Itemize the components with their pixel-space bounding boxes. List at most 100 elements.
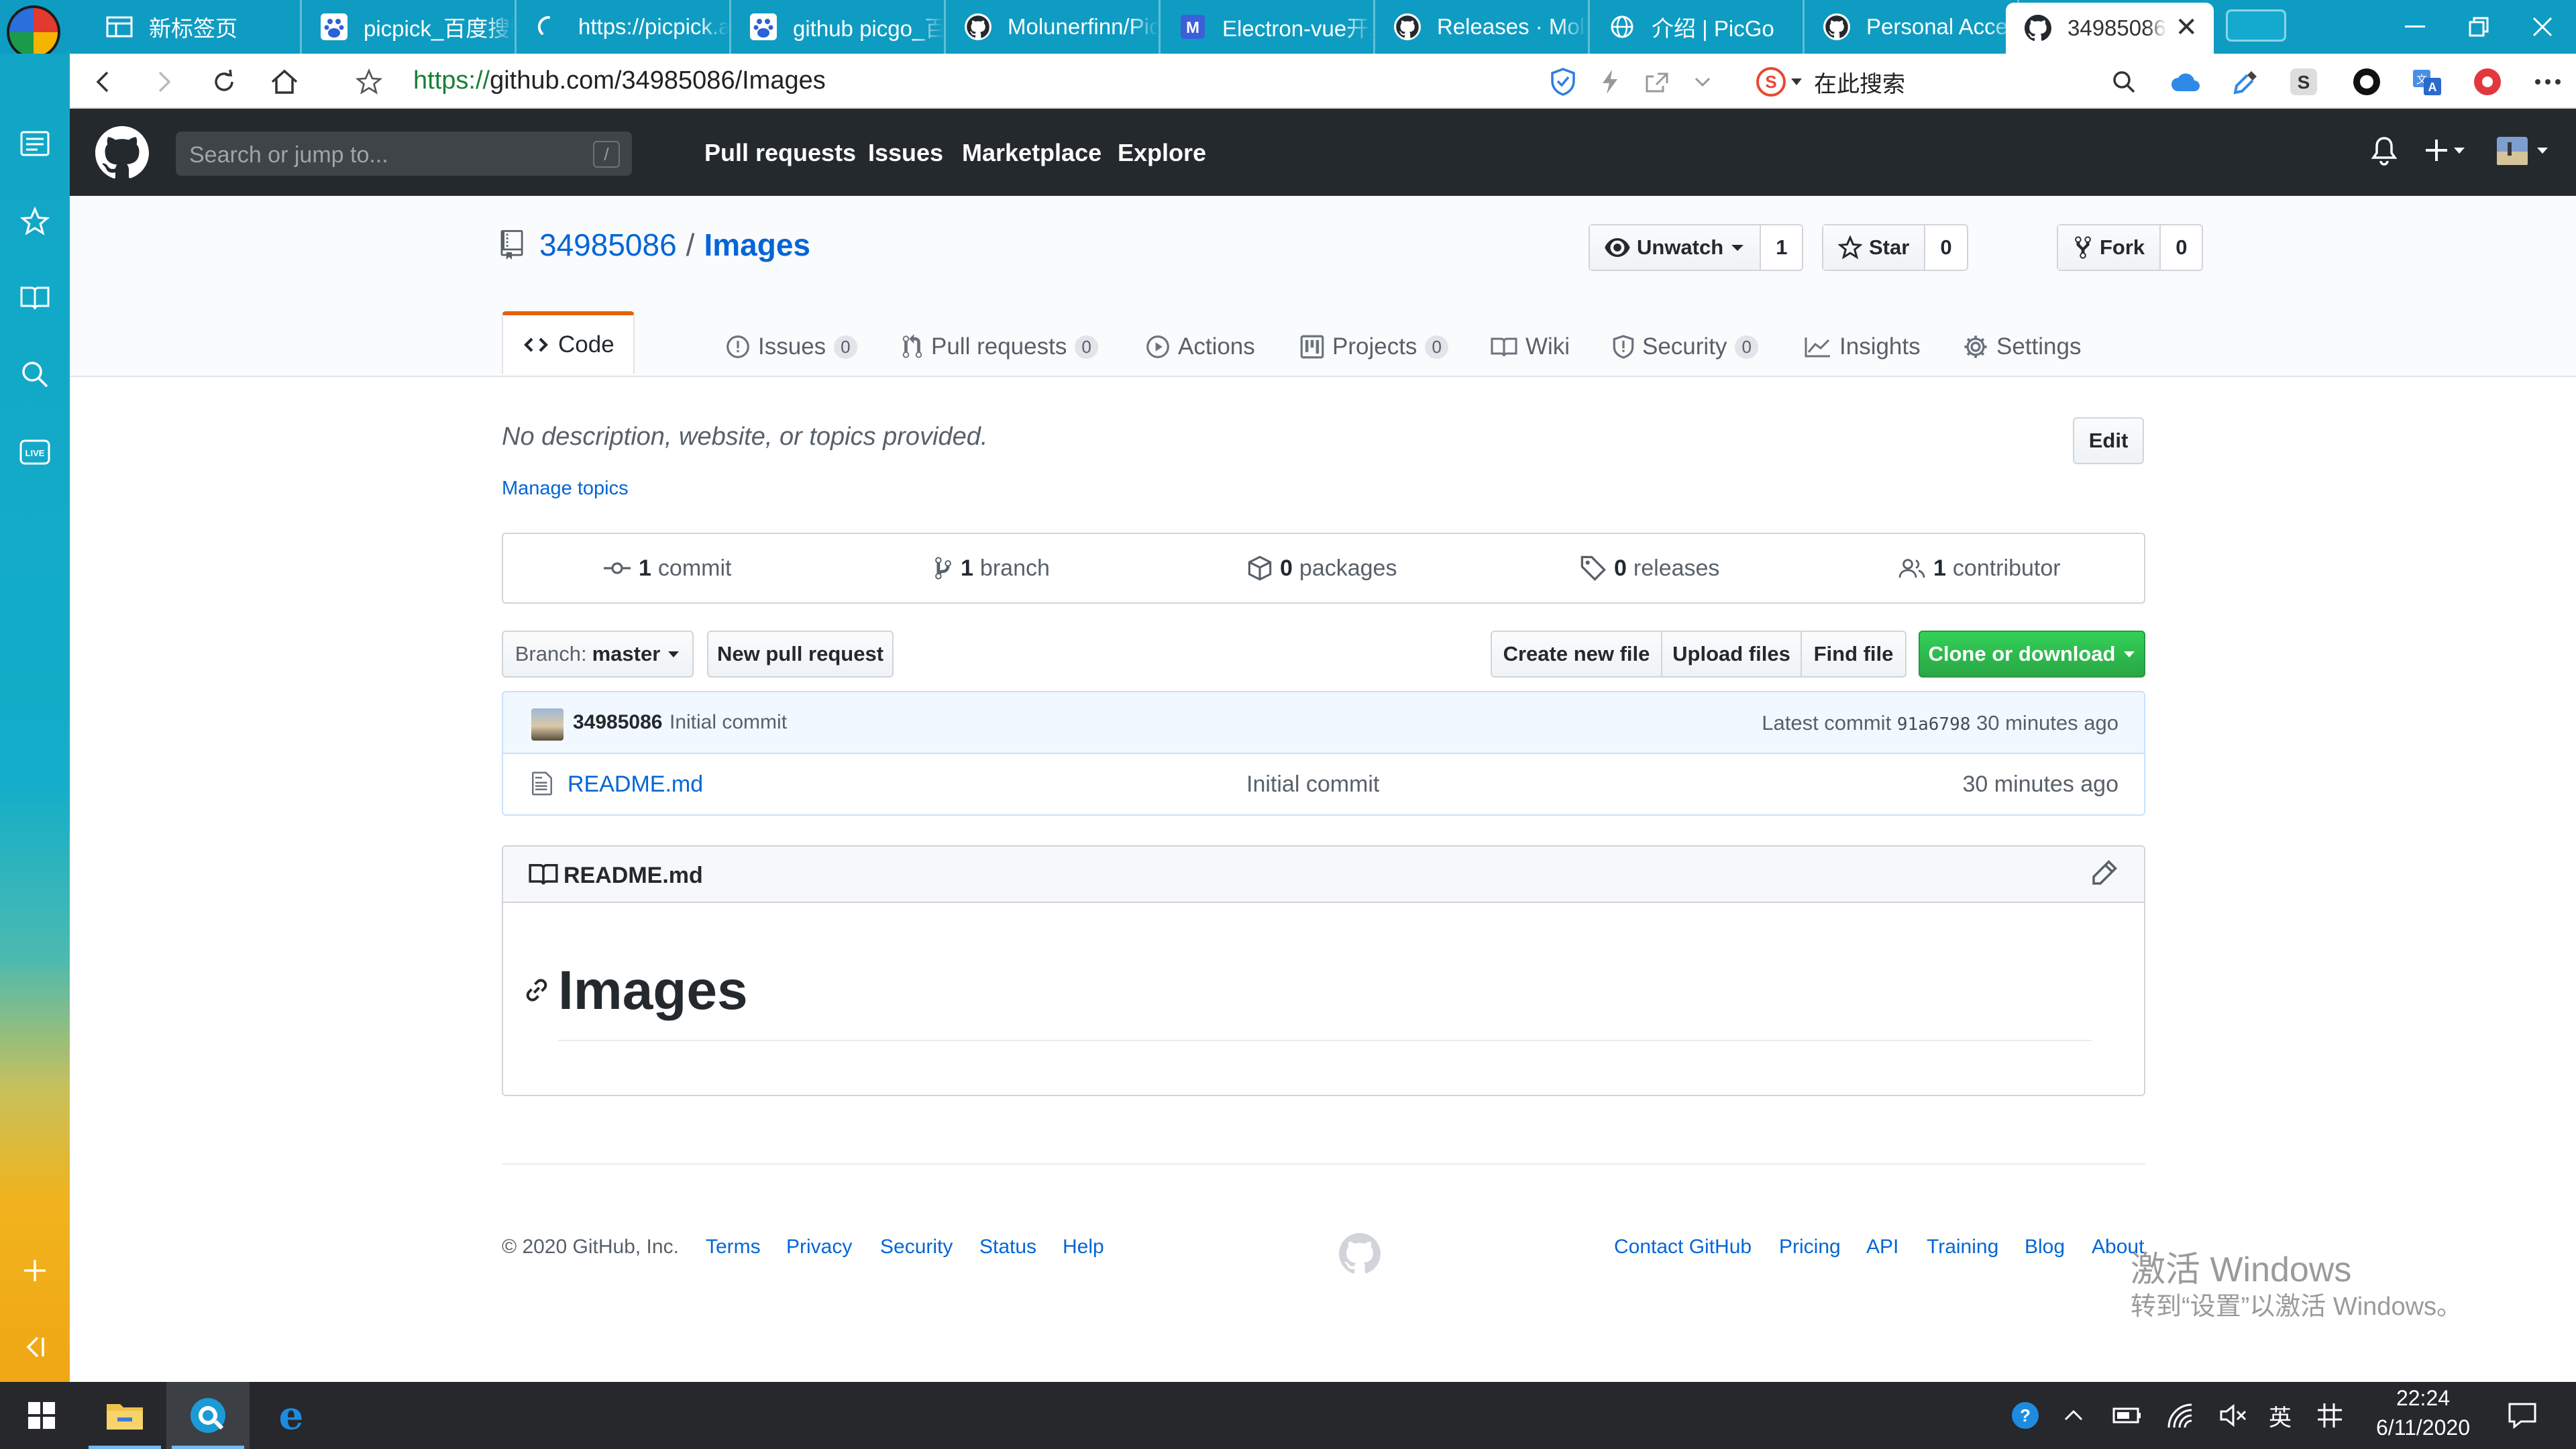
footer-link-privacy[interactable]: Privacy — [786, 1236, 852, 1258]
star-count[interactable]: 0 — [1925, 225, 1966, 270]
caret-down-icon[interactable] — [1788, 66, 1805, 98]
footer-link-pricing[interactable]: Pricing — [1779, 1236, 1841, 1258]
reload-icon[interactable] — [208, 66, 240, 98]
home-icon[interactable] — [268, 66, 301, 98]
file-commit-message-link[interactable]: Initial commit — [1246, 771, 1379, 798]
user-avatar-menu[interactable] — [2496, 136, 2553, 166]
close-tab-icon[interactable]: ✕ — [2175, 12, 2198, 43]
create-new-plus-icon[interactable] — [2424, 136, 2469, 165]
share-icon[interactable] — [1641, 66, 1673, 98]
packages-link[interactable]: 0 packages — [1248, 534, 1397, 602]
browser-taskbar-icon[interactable] — [166, 1382, 250, 1449]
sidebar-search-icon[interactable] — [16, 356, 54, 393]
find-file-button[interactable]: Find file — [1801, 631, 1907, 678]
pencil-icon[interactable] — [2090, 860, 2117, 887]
sogou-search-icon[interactable]: S — [1755, 66, 1787, 98]
file-explorer-icon[interactable] — [83, 1382, 166, 1449]
lightning-icon[interactable] — [1594, 66, 1626, 98]
star-button[interactable]: Star — [1823, 225, 1926, 270]
bookmark-star-icon[interactable] — [353, 66, 385, 98]
nav-pull-requests[interactable]: Pull requests — [704, 139, 856, 167]
commit-sha-link[interactable]: 91a6798 — [1897, 714, 1971, 735]
record-extension-icon[interactable] — [2351, 66, 2383, 98]
wifi-icon[interactable] — [2164, 1399, 2198, 1432]
live-icon[interactable]: LIVE — [16, 433, 54, 471]
start-button[interactable] — [0, 1382, 83, 1449]
browser-tab[interactable]: Molunerfinn/PicGo — [946, 0, 1161, 54]
reading-icon[interactable] — [16, 279, 54, 317]
commit-author-link[interactable]: 34985086 — [573, 711, 662, 734]
branch-select[interactable]: Branch: master — [502, 631, 694, 678]
tab-actions[interactable]: Actions — [1146, 317, 1255, 377]
minimize-button[interactable] — [2378, 0, 2452, 54]
nav-issues[interactable]: Issues — [868, 139, 943, 167]
chevron-down-icon[interactable] — [1686, 66, 1719, 98]
commit-message-link[interactable]: Initial commit — [669, 711, 787, 734]
anchor-link-icon[interactable] — [523, 977, 550, 1004]
edit-button[interactable]: Edit — [2073, 417, 2144, 464]
tab-projects[interactable]: Projects 0 — [1300, 317, 1448, 377]
show-hidden-icons-chevron[interactable] — [2057, 1399, 2090, 1432]
favorites-icon[interactable] — [16, 203, 54, 240]
ime-grid-icon[interactable] — [2313, 1399, 2347, 1432]
browser-tab[interactable]: https://picpick.app — [517, 0, 731, 54]
notifications-bell-icon[interactable] — [2371, 136, 2398, 166]
repo-owner-link[interactable]: 34985086 — [539, 227, 677, 263]
fork-button[interactable]: Fork — [2058, 225, 2161, 270]
manage-topics-link[interactable]: Manage topics — [502, 478, 629, 500]
footer-link-api[interactable]: API — [1866, 1236, 1898, 1258]
avatar[interactable] — [531, 708, 564, 741]
cloud-icon[interactable] — [2169, 66, 2202, 98]
nav-marketplace[interactable]: Marketplace — [962, 139, 1102, 167]
shield-icon[interactable] — [1547, 66, 1579, 98]
browser-tab[interactable]: Releases · Molunerfinn — [1375, 0, 1590, 54]
watch-count[interactable]: 1 — [1761, 225, 1802, 270]
footer-link-help[interactable]: Help — [1063, 1236, 1104, 1258]
contributors-link[interactable]: 1 contributor — [1898, 534, 2061, 602]
browser-logo-icon[interactable] — [7, 5, 60, 59]
commits-link[interactable]: 1 commit — [604, 534, 731, 602]
fork-count[interactable]: 0 — [2161, 225, 2202, 270]
search-engine-input[interactable]: 在此搜索 — [1814, 66, 1905, 99]
tab-pull-requests[interactable]: Pull requests 0 — [902, 317, 1098, 377]
file-name-link[interactable]: README.md — [568, 771, 703, 798]
branches-link[interactable]: 1 branch — [934, 534, 1050, 602]
browser-tab[interactable]: M Electron-vue开发 — [1161, 0, 1375, 54]
footer-link-security[interactable]: Security — [880, 1236, 953, 1258]
unwatch-button[interactable]: Unwatch — [1590, 225, 1762, 270]
forward-icon[interactable] — [148, 66, 180, 98]
browser-tab[interactable]: 新标签页 — [87, 0, 302, 54]
footer-link-terms[interactable]: Terms — [706, 1236, 761, 1258]
tab-code[interactable]: Code — [502, 311, 635, 374]
browser-tab[interactable]: 介绍 | PicGo — [1590, 0, 1805, 54]
ime-indicator[interactable]: 英 — [2263, 1399, 2297, 1432]
footer-link-training[interactable]: Training — [1927, 1236, 1998, 1258]
tab-settings[interactable]: Settings — [1963, 317, 2081, 377]
new-pull-request-button[interactable]: New pull request — [707, 631, 894, 678]
edge-icon[interactable]: e — [250, 1382, 333, 1449]
clock-date[interactable]: 6/11/2020 — [2367, 1415, 2479, 1440]
notification-center-icon[interactable] — [2502, 1399, 2542, 1432]
browser-tab[interactable]: picpick_百度搜索 — [302, 0, 517, 54]
clock-time[interactable]: 22:24 — [2367, 1386, 2479, 1411]
more-icon[interactable] — [2532, 66, 2564, 98]
footer-link-status[interactable]: Status — [979, 1236, 1036, 1258]
collapse-sidebar-icon[interactable] — [16, 1328, 54, 1366]
help-icon[interactable]: ? — [2008, 1399, 2042, 1432]
s-extension-icon[interactable]: S — [2288, 66, 2320, 98]
github-mark-icon[interactable] — [1339, 1233, 1381, 1275]
browser-tab-active[interactable]: 34985086/Images ✕ — [2006, 3, 2214, 54]
repo-name-link[interactable]: Images — [704, 227, 810, 263]
new-tab-button[interactable] — [2226, 9, 2286, 42]
search-icon[interactable] — [2108, 66, 2140, 98]
footer-link-blog[interactable]: Blog — [2025, 1236, 2065, 1258]
github-logo-icon[interactable] — [95, 126, 149, 180]
tab-security[interactable]: Security 0 — [1613, 317, 1758, 377]
news-icon[interactable] — [16, 125, 54, 162]
nav-explore[interactable]: Explore — [1118, 139, 1206, 167]
browser-tab[interactable]: github picgo_百度搜索 — [731, 0, 946, 54]
back-icon[interactable] — [87, 66, 119, 98]
browser-tab[interactable]: Personal Access Tokens — [1805, 0, 2019, 54]
url-field[interactable]: https://github.com/34985086/Images — [413, 66, 826, 95]
tab-wiki[interactable]: Wiki — [1491, 317, 1570, 377]
